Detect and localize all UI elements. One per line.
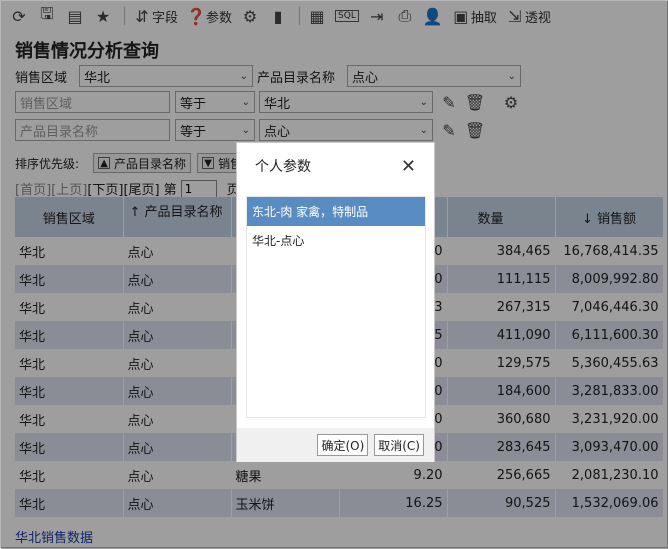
dialog-footer: 确定(O) 取消(C) [237, 428, 434, 462]
list-item[interactable]: 东北-肉 家禽，特制品 [247, 197, 425, 226]
close-icon[interactable]: ✕ [401, 156, 416, 177]
ok-button[interactable]: 确定(O) [317, 434, 369, 456]
cancel-button[interactable]: 取消(C) [374, 434, 424, 456]
personal-params-dialog: 个人参数 ✕ 东北-肉 家禽，特制品 华北-点心 确定(O) 取消(C) [236, 142, 435, 462]
params-list: 东北-肉 家禽，特制品 华北-点心 [246, 196, 426, 418]
list-item[interactable]: 华北-点心 [247, 226, 425, 255]
dialog-title: 个人参数 [255, 159, 311, 175]
dialog-header: 个人参数 ✕ [237, 143, 434, 189]
